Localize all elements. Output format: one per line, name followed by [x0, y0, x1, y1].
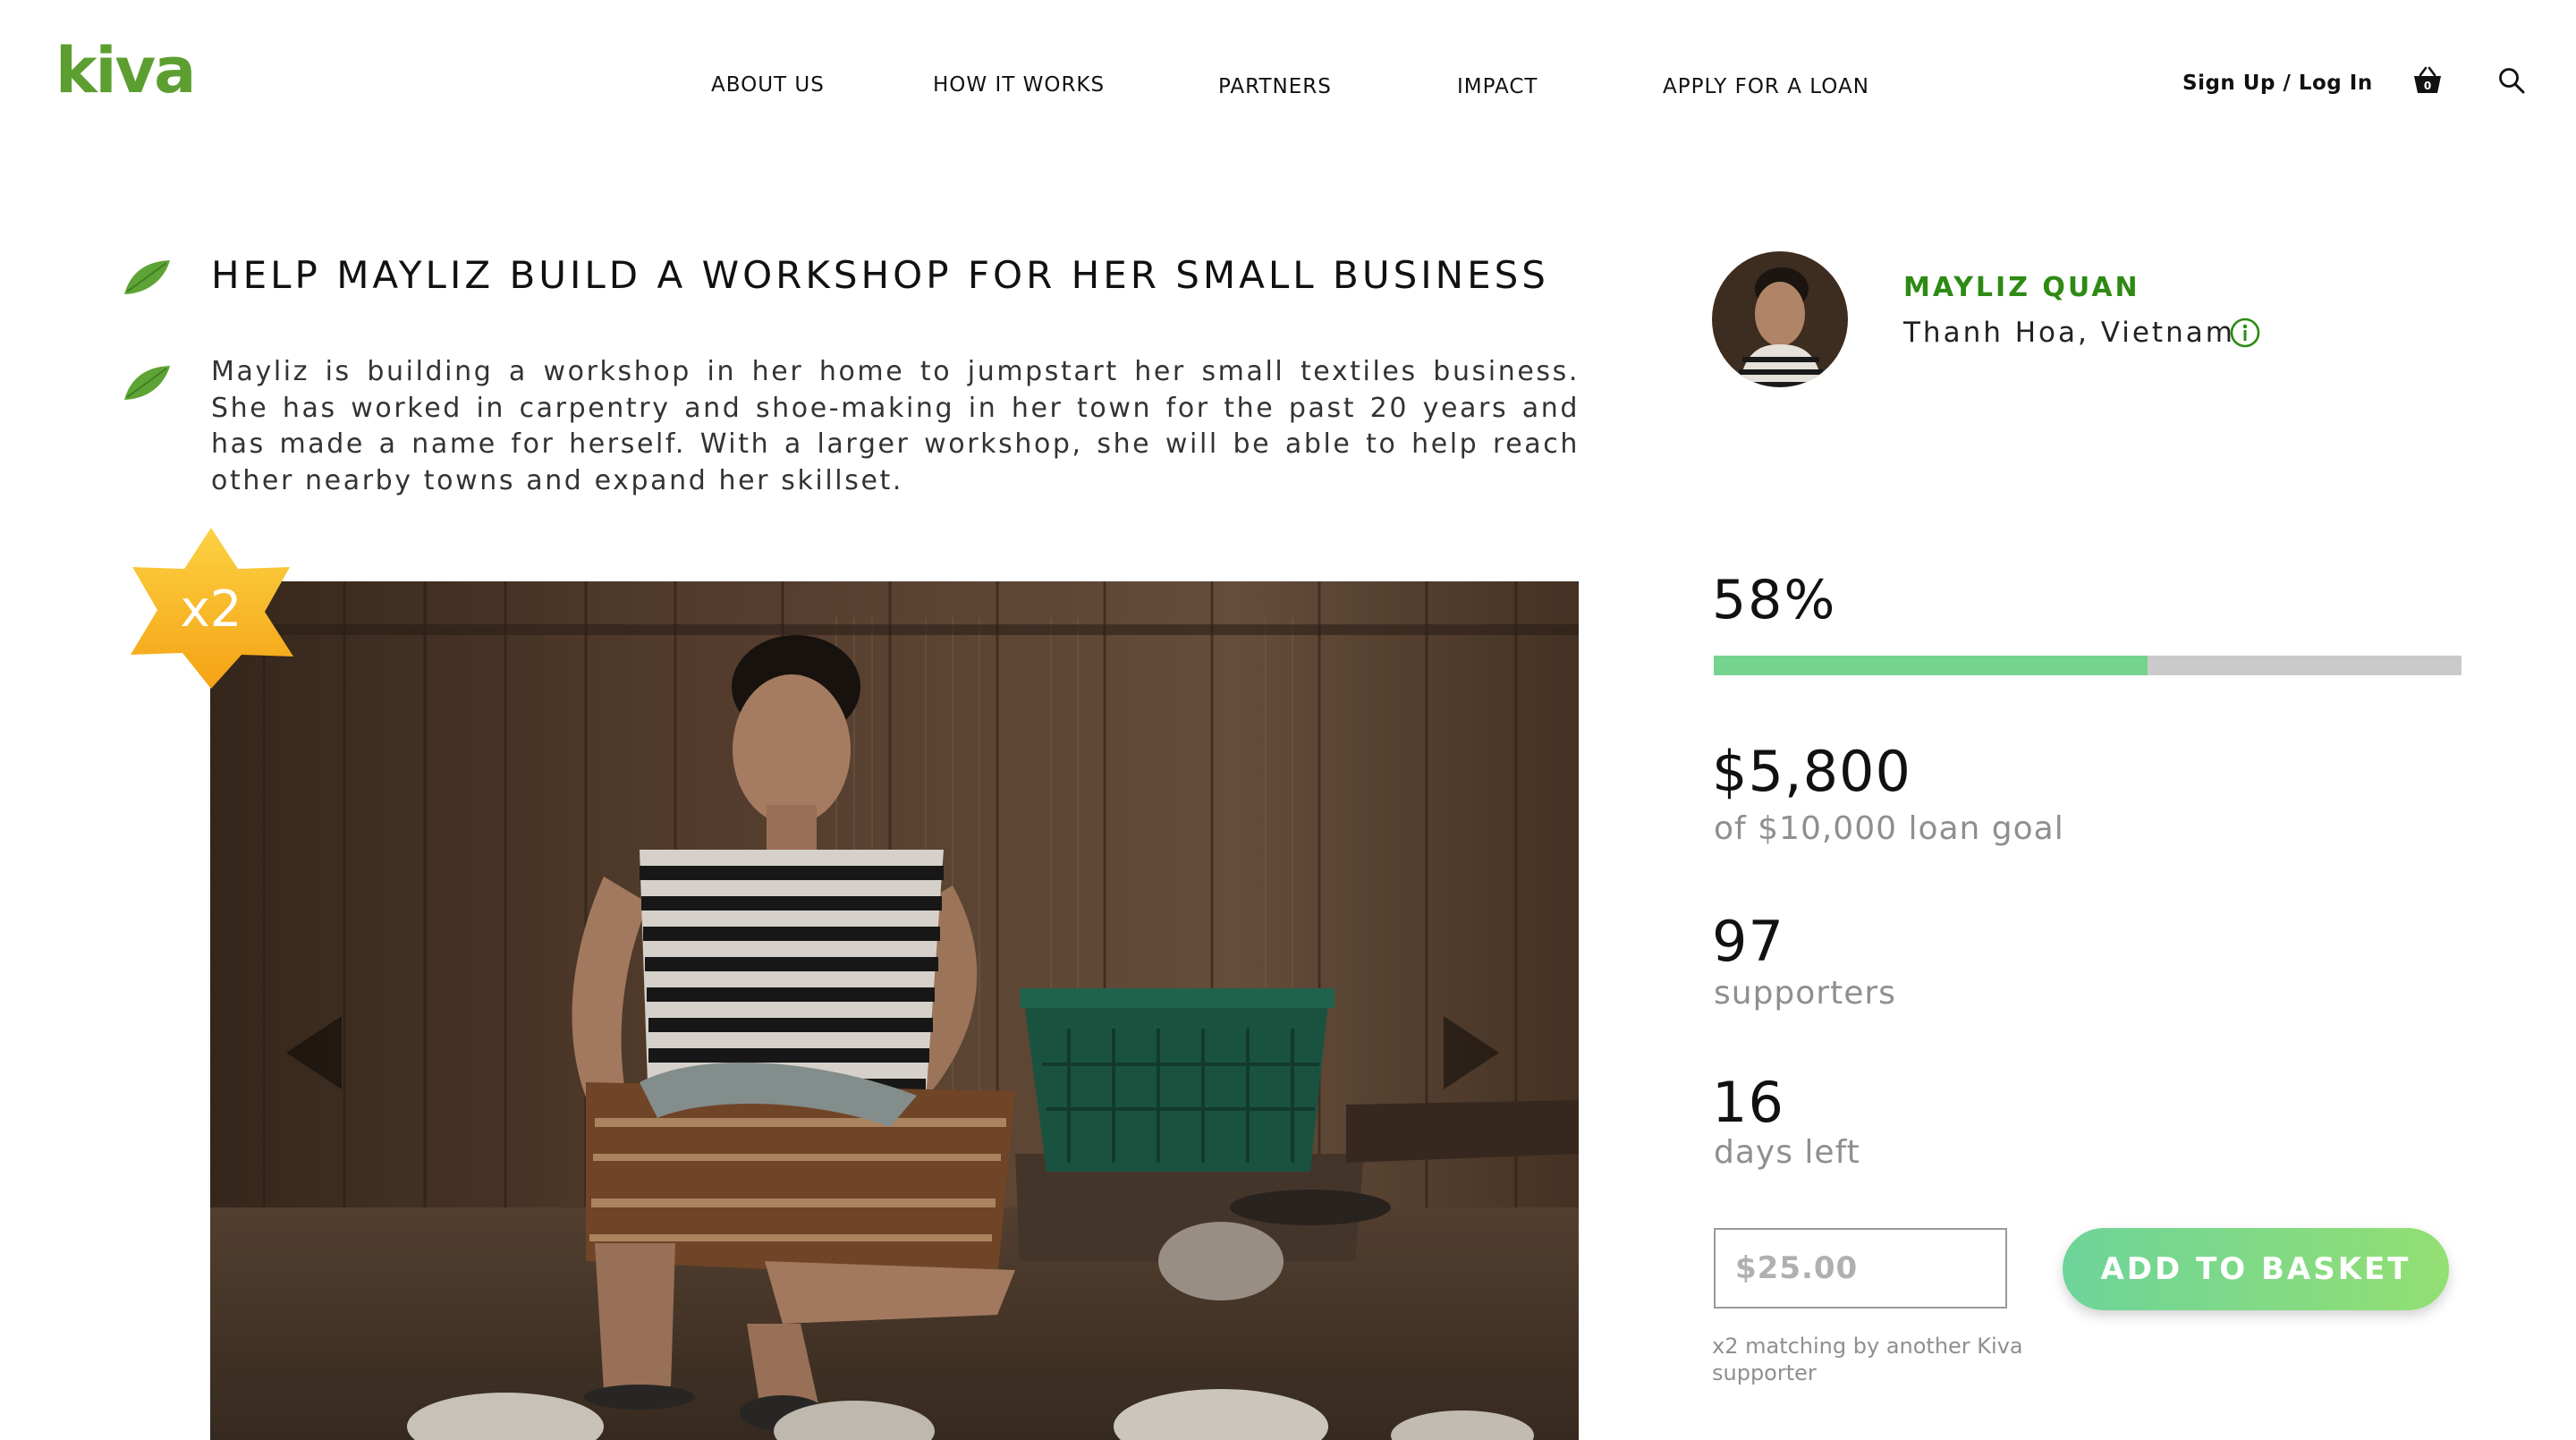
percent-funded: 58%	[1712, 569, 1837, 631]
add-to-basket-button[interactable]: ADD TO BASKET	[2063, 1228, 2449, 1310]
supporters-count: 97	[1712, 909, 1784, 974]
nav-apply-for-a-loan[interactable]: APPLY FOR A LOAN	[1663, 75, 1869, 98]
sign-up-log-in-link[interactable]: Sign Up / Log In	[2182, 72, 2373, 95]
funding-progress-bar	[1714, 656, 2462, 675]
borrower-name: MAYLIZ QUAN	[1903, 272, 2140, 303]
match-badge-label: x2	[181, 580, 242, 639]
funding-progress-fill	[1714, 656, 2148, 675]
nav-about-us[interactable]: ABOUT US	[711, 73, 825, 97]
gallery-prev-arrow[interactable]	[283, 1012, 345, 1093]
supporters-label: supporters	[1714, 975, 1896, 1012]
leaf-icon	[124, 366, 170, 400]
nav-partners[interactable]: PARTNERS	[1218, 75, 1332, 98]
borrower-avatar	[1712, 251, 1848, 387]
amount-raised: $5,800	[1712, 739, 1911, 804]
loan-goal-label: of $10,000 loan goal	[1714, 810, 2064, 847]
gallery-next-arrow[interactable]	[1440, 1012, 1503, 1093]
kiva-logo[interactable]: kiva	[55, 39, 196, 102]
leaf-icon	[124, 260, 170, 294]
info-icon[interactable]	[2229, 317, 2261, 349]
days-left-label: days left	[1714, 1134, 1860, 1171]
match-note: x2 matching by another Kiva supporter	[1712, 1334, 2023, 1385]
nav-how-it-works[interactable]: HOW IT WORKS	[933, 73, 1105, 97]
borrower-location: Thanh Hoa, Vietnam	[1903, 317, 2235, 349]
loan-title: HELP MAYLIZ BUILD A WORKSHOP FOR HER SMA…	[211, 253, 1549, 297]
days-left-count: 16	[1712, 1070, 1784, 1135]
loan-description: Mayliz is building a workshop in her hom…	[211, 356, 1580, 496]
borrower-photo	[210, 581, 1579, 1440]
basket-icon[interactable]: 0	[2411, 64, 2444, 97]
match-badge: x2	[123, 526, 299, 690]
nav-impact[interactable]: IMPACT	[1457, 75, 1538, 98]
loan-amount-input[interactable]	[1714, 1228, 2007, 1309]
basket-count: 0	[2424, 80, 2431, 92]
search-icon[interactable]	[2497, 66, 2526, 95]
